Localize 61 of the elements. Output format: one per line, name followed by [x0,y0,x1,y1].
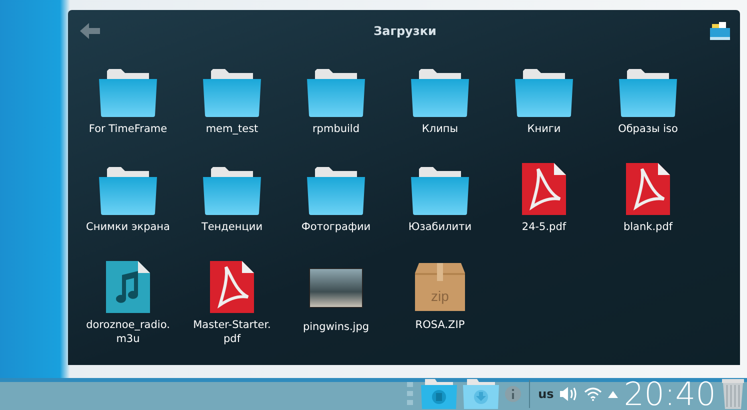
folder-icon [307,167,365,215]
window-title: Загрузки [372,24,438,38]
pdf-document-icon [626,163,670,215]
file-name: Клипы [422,123,458,137]
file-item[interactable]: Книги [492,65,596,163]
file-item[interactable]: Фотографии [284,163,388,261]
file-name: For TimeFrame [88,123,168,137]
cardboard-box-icon [415,263,465,311]
music-file-icon [106,261,150,313]
keyboard-layout[interactable]: us [538,387,554,401]
volume-icon[interactable] [560,387,578,401]
folder-icon [99,167,157,215]
file-item[interactable]: Юзабилити [388,163,492,261]
file-item[interactable]: doroznoe_radio. m3u [76,261,180,359]
file-name: Фотографии [301,221,371,235]
file-item[interactable]: mem_test [180,65,284,163]
folder-icon [307,69,365,117]
up-arrow-icon[interactable] [608,390,618,398]
file-item[interactable]: zip ROSA.ZIP [388,261,492,359]
file-name: doroznoe_radio. m3u [86,319,170,346]
folder-drawer-icon[interactable] [710,22,730,40]
file-name: rpmbuild [312,123,360,137]
photo-placeholder [309,268,363,308]
grip-icon[interactable] [407,382,414,406]
documents-folder-icon[interactable] [421,379,458,409]
file-name: Образы iso [618,123,678,137]
file-item[interactable]: pingwins.jpg [284,261,388,359]
folder-icon [515,69,573,117]
file-item[interactable]: Master-Starter. pdf [180,261,284,359]
file-item[interactable]: Образы iso [596,65,700,163]
zip-text: zip [431,288,449,304]
file-name: Master-Starter. pdf [193,319,271,346]
downloads-folder-icon[interactable] [463,379,500,409]
back-arrow-icon[interactable] [80,23,100,39]
file-name: Снимки экрана [86,221,170,235]
folder-icon [619,69,677,117]
folder-icon [203,69,261,117]
file-name: Юзабилити [408,221,472,235]
file-name: pingwins.jpg [302,321,370,335]
pdf-document-icon [522,163,566,215]
file-name: Книги [527,123,561,137]
file-name: Тенденции [201,221,263,235]
file-item[interactable]: rpmbuild [284,65,388,163]
file-item[interactable]: Снимки экрана [76,163,180,261]
folder-icon [203,167,261,215]
wifi-icon[interactable] [584,387,602,401]
folder-icon [411,167,469,215]
folder-icon [99,69,157,117]
file-item[interactable]: For TimeFrame [76,65,180,163]
pdf-document-icon [210,261,254,313]
file-item[interactable]: blank.pdf [596,163,700,261]
file-item[interactable]: Клипы [388,65,492,163]
file-name: 24-5.pdf [522,221,566,235]
file-name: ROSA.ZIP [415,319,465,333]
info-icon[interactable] [505,386,522,402]
file-item[interactable]: 24-5.pdf [492,163,596,261]
file-item[interactable]: Тенденции [180,163,284,261]
folder-icon [411,69,469,117]
file-name: mem_test [206,123,258,137]
file-name: blank.pdf [623,221,673,235]
trash-icon[interactable] [722,379,744,409]
